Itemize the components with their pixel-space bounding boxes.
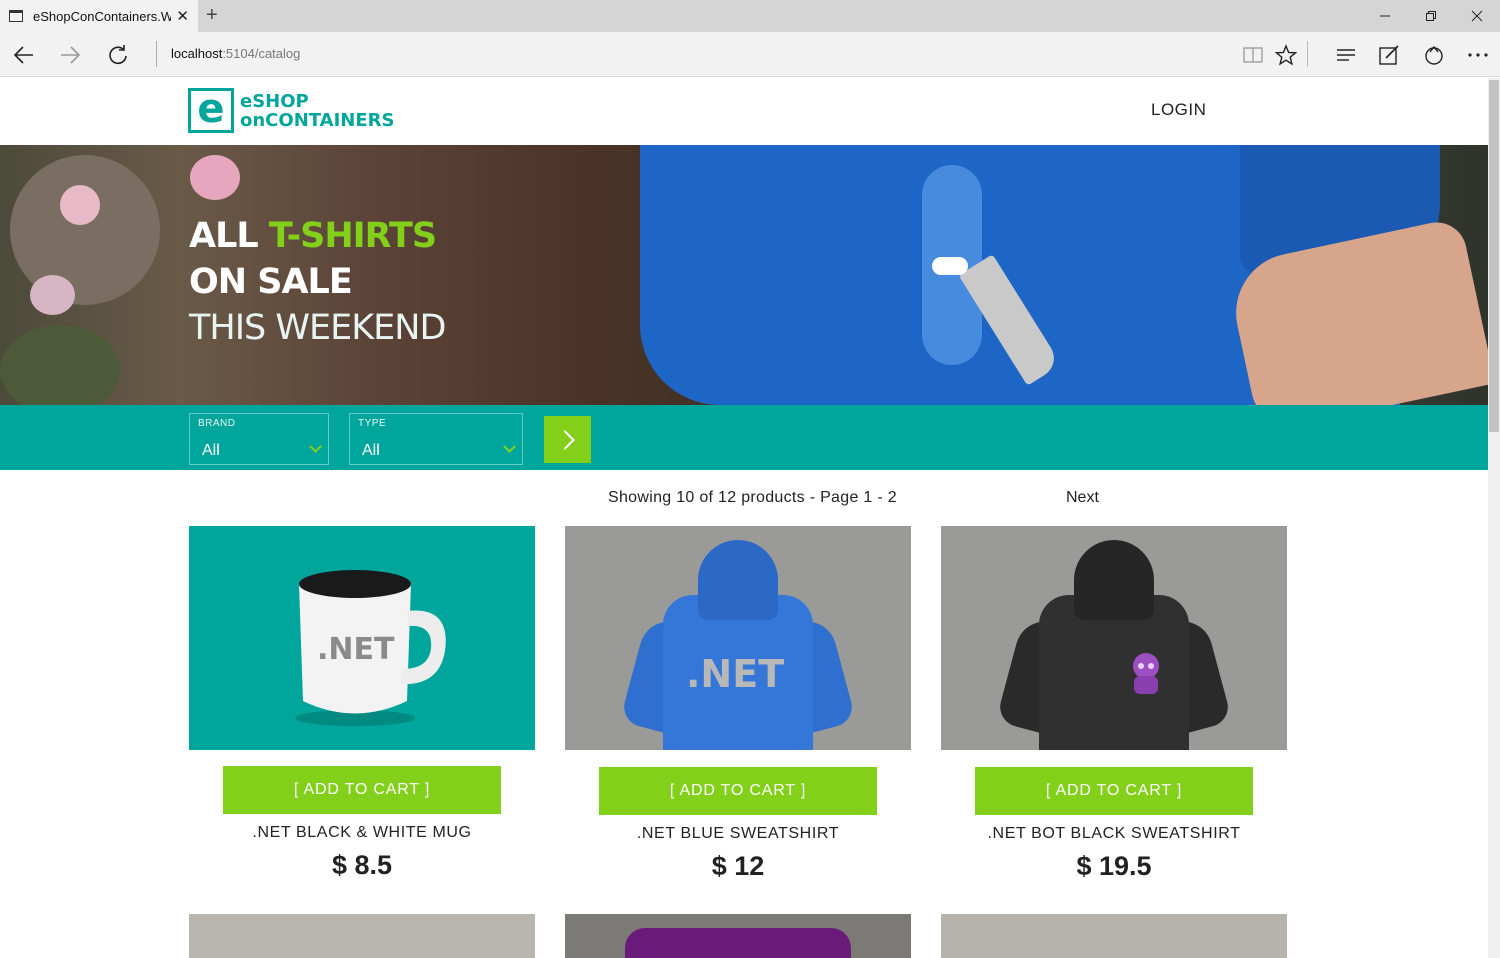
hub-button[interactable] [1324, 32, 1368, 77]
add-to-cart-button[interactable]: [ ADD TO CART ] [975, 767, 1253, 815]
close-tab-icon[interactable]: ✕ [176, 7, 189, 25]
product-price: $ 12 [711, 851, 765, 881]
hero-word-tshirts: T-SHIRTS [268, 216, 437, 256]
browser-tab-bar: eShopConContainers.W ✕ + [0, 0, 1500, 32]
close-icon [1471, 10, 1483, 22]
more-button[interactable] [1456, 32, 1500, 77]
url-path: :5104/catalog [222, 46, 301, 61]
cloud-icon [932, 257, 968, 275]
web-note-button[interactable] [1367, 32, 1411, 77]
refresh-button[interactable] [94, 32, 142, 77]
brand-filter-value: All [202, 442, 220, 459]
product-price: $ 8.5 [331, 850, 393, 880]
page: e eSHOP onCONTAINERS LOGIN ALL T-SHIRTS … [0, 78, 1488, 958]
star-icon [1275, 43, 1297, 66]
product-price: $ 19.5 [1076, 851, 1152, 881]
product-image: .NET [189, 526, 535, 750]
bush-shape [0, 325, 120, 405]
scrollbar-thumb[interactable] [1489, 80, 1499, 432]
new-tab-button[interactable]: + [206, 4, 218, 27]
type-filter-value: All [362, 442, 380, 459]
logo-text: eSHOP onCONTAINERS [240, 92, 394, 130]
apply-filter-button[interactable] [544, 416, 591, 463]
filter-bar: BRAND All TYPE All [0, 405, 1488, 470]
type-filter-label: TYPE [358, 418, 387, 429]
restore-button[interactable] [1408, 0, 1454, 32]
pager-next-link[interactable]: Next [1066, 489, 1099, 507]
hero-banner: ALL T-SHIRTS ON SALE THIS WEEKEND [0, 145, 1488, 405]
site-header: e eSHOP onCONTAINERS LOGIN [0, 78, 1488, 145]
hoodie-image [995, 540, 1233, 750]
product-image [941, 526, 1287, 750]
divider [1307, 41, 1308, 67]
logo-letter: e [197, 85, 225, 132]
product-name: .NET BLUE SWEATSHIRT [636, 825, 840, 842]
hoodie-image: .NET [619, 540, 857, 750]
share-button[interactable] [1412, 32, 1456, 77]
flower-shape [60, 185, 100, 225]
add-to-cart-button[interactable]: [ ADD TO CART ] [223, 766, 501, 814]
forward-arrow-icon [61, 45, 81, 64]
logo-line-1: eSHOP [240, 90, 309, 112]
type-filter-select[interactable]: TYPE All [349, 413, 523, 465]
flower-shape [30, 275, 75, 315]
favorite-button[interactable] [1264, 32, 1308, 77]
hoodie-label: .NET [686, 652, 785, 696]
hero-headline: ALL T-SHIRTS ON SALE THIS WEEKEND [189, 213, 446, 351]
mug-label: .NET [317, 632, 395, 667]
logo-line-2: onCONTAINERS [240, 109, 395, 131]
refresh-icon [109, 44, 127, 64]
hero-line-2: ON SALE [189, 262, 353, 302]
page-icon [9, 10, 23, 22]
flower-shape [190, 155, 240, 200]
book-icon [1243, 46, 1263, 63]
mug-image: .NET [295, 570, 446, 726]
brand-filter-select[interactable]: BRAND All [189, 413, 329, 465]
login-link[interactable]: LOGIN [1151, 100, 1206, 120]
bot-logo-icon [1133, 653, 1159, 694]
chevron-down-icon [309, 440, 322, 453]
browser-tab[interactable]: eShopConContainers.W ✕ [0, 0, 198, 32]
product-name: .NET BOT BLACK SWEATSHIRT [987, 825, 1241, 842]
close-window-button[interactable] [1454, 0, 1500, 32]
url-host: localhost [171, 46, 223, 61]
minimize-icon [1380, 15, 1390, 17]
brand-filter-label: BRAND [198, 418, 236, 429]
add-to-cart-button[interactable]: [ ADD TO CART ] [599, 767, 877, 815]
product-name: .NET BLACK & WHITE MUG [252, 824, 472, 841]
bush-shape [10, 155, 160, 305]
product-image: .NET [565, 526, 911, 750]
logo-mark: e [188, 88, 234, 133]
logo[interactable]: e eSHOP onCONTAINERS [188, 88, 394, 133]
hero-line-3: THIS WEEKEND [189, 308, 446, 348]
minimize-button[interactable] [1362, 0, 1408, 32]
hero-word-all: ALL [189, 216, 269, 256]
forward-button[interactable] [46, 32, 94, 77]
share-icon [1425, 45, 1443, 65]
chevron-down-icon [503, 440, 516, 453]
address-bar: localhost:5104/catalog [0, 32, 1500, 77]
back-arrow-icon [13, 45, 33, 64]
product-image-partial [941, 914, 1287, 958]
url-field[interactable]: localhost:5104/catalog [171, 46, 300, 61]
pager-status: Showing 10 of 12 products - Page 1 - 2 [608, 489, 897, 506]
chevron-right-icon [554, 429, 575, 450]
more-icon [1468, 52, 1488, 57]
back-button[interactable] [0, 32, 48, 77]
product-image-partial [189, 914, 535, 958]
pen-note-icon [1379, 44, 1399, 65]
tab-title: eShopConContainers.W [33, 8, 171, 24]
restore-icon [1426, 11, 1436, 21]
hub-icon [1337, 48, 1355, 61]
product-image-partial [565, 914, 911, 958]
divider [156, 41, 157, 67]
tshirt-shape [625, 928, 851, 958]
